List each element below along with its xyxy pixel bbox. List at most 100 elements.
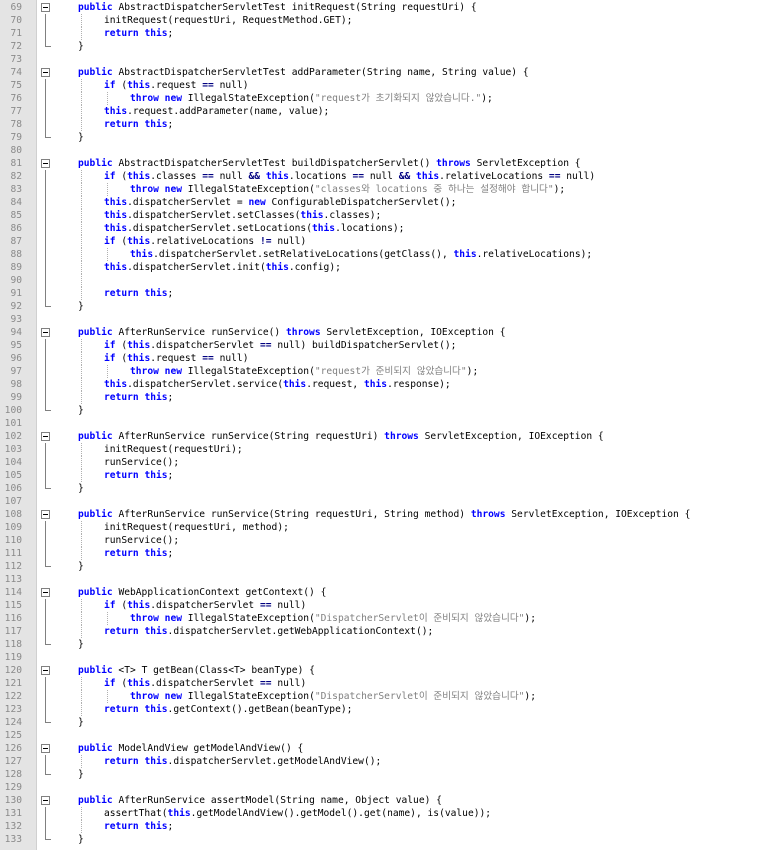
line-number: 69	[10, 2, 22, 13]
code-line[interactable]: 91 return this;	[0, 287, 772, 300]
code-line[interactable]: 76 throw new IllegalStateException("reque…	[0, 92, 772, 105]
code-line[interactable]: 106}	[0, 482, 772, 495]
fold-collapse-icon[interactable]	[41, 796, 50, 805]
fold-collapse-icon[interactable]	[41, 744, 50, 753]
fold-collapse-icon[interactable]	[41, 328, 50, 337]
code-line[interactable]: 99 return this;	[0, 391, 772, 404]
line-number: 98	[10, 379, 22, 390]
code-line[interactable]: 97 throw new IllegalStateException("reque…	[0, 365, 772, 378]
code-line[interactable]: 115 if (this.dispatcherServlet == null)	[0, 599, 772, 612]
code-line[interactable]: 120 public <T> T getBean(Class<T> beanTyp…	[0, 664, 772, 677]
code-line[interactable]: 92}	[0, 300, 772, 313]
code-line[interactable]: 103 initRequest(requestUri);	[0, 443, 772, 456]
code-line[interactable]: 133}	[0, 833, 772, 846]
indent-guide	[107, 365, 108, 378]
code-line[interactable]: 75 if (this.request == null)	[0, 79, 772, 92]
fold-guide-line	[45, 807, 46, 820]
code-line[interactable]: 74 public AbstractDispatcherServletTest a…	[0, 66, 772, 79]
code-line[interactable]: 112}	[0, 560, 772, 573]
code-line[interactable]: 90	[0, 274, 772, 287]
code-line[interactable]: 131 assertThat(this.getModelAndView().get…	[0, 807, 772, 820]
code-line[interactable]: 98 this.dispatcherServlet.service(this.re…	[0, 378, 772, 391]
code-line[interactable]: 72}	[0, 40, 772, 53]
code-line[interactable]: 132 return this;	[0, 820, 772, 833]
code-line[interactable]: 109 initRequest(requestUri, method);	[0, 521, 772, 534]
code-line[interactable]: 130 public AfterRunService assertModel(St…	[0, 794, 772, 807]
code-text: }	[78, 41, 84, 52]
code-line[interactable]: 94 public AfterRunService runService() th…	[0, 326, 772, 339]
fold-collapse-icon[interactable]	[41, 432, 50, 441]
code-line[interactable]: 79}	[0, 131, 772, 144]
code-line[interactable]: 116 throw new IllegalStateException("Disp…	[0, 612, 772, 625]
code-text: initRequest(requestUri);	[104, 444, 243, 455]
code-line[interactable]: 119	[0, 651, 772, 664]
fold-collapse-icon[interactable]	[41, 68, 50, 77]
line-number: 91	[10, 288, 22, 299]
code-text: this.dispatcherServlet.service(this.requ…	[104, 379, 451, 390]
code-line[interactable]: 114 public WebApplicationContext getConte…	[0, 586, 772, 599]
fold-guide-line	[45, 170, 46, 183]
code-line[interactable]: 118}	[0, 638, 772, 651]
fold-collapse-icon[interactable]	[41, 666, 50, 675]
code-line[interactable]: 110 runService();	[0, 534, 772, 547]
code-line[interactable]: 71 return this;	[0, 27, 772, 40]
code-line[interactable]: 85 this.dispatcherServlet.setClasses(this…	[0, 209, 772, 222]
code-line[interactable]: 77 this.request.addParameter(name, value)…	[0, 105, 772, 118]
fold-guide-line	[45, 378, 46, 391]
code-line[interactable]: 80	[0, 144, 772, 157]
code-line[interactable]: 89 this.dispatcherServlet.init(this.confi…	[0, 261, 772, 274]
code-line[interactable]: 128}	[0, 768, 772, 781]
code-line[interactable]: 73	[0, 53, 772, 66]
code-line[interactable]: 102 public AfterRunService runService(Str…	[0, 430, 772, 443]
line-number: 74	[10, 67, 22, 78]
code-line[interactable]: 69 public AbstractDispatcherServletTest i…	[0, 1, 772, 14]
fold-guide-line	[45, 287, 46, 300]
code-text: public <T> T getBean(Class<T> beanType) …	[78, 665, 315, 676]
fold-guide-line	[45, 209, 46, 222]
code-line[interactable]: 96 if (this.request == null)	[0, 352, 772, 365]
code-line[interactable]: 126 public ModelAndView getModelAndView()…	[0, 742, 772, 755]
fold-collapse-icon[interactable]	[41, 3, 50, 12]
code-line[interactable]: 122 throw new IllegalStateException("Disp…	[0, 690, 772, 703]
code-line[interactable]: 108 public AfterRunService runService(Str…	[0, 508, 772, 521]
code-text: }	[78, 717, 84, 728]
code-line[interactable]: 127 return this.dispatcherServlet.getMode…	[0, 755, 772, 768]
code-text: }	[78, 561, 84, 572]
code-line[interactable]: 70 initRequest(requestUri, RequestMethod.…	[0, 14, 772, 27]
code-line[interactable]: 86 this.dispatcherServlet.setLocations(th…	[0, 222, 772, 235]
fold-guide-line	[45, 183, 46, 196]
code-line[interactable]: 129	[0, 781, 772, 794]
fold-collapse-icon[interactable]	[41, 510, 50, 519]
fold-collapse-icon[interactable]	[41, 159, 50, 168]
line-number: 114	[4, 587, 22, 598]
code-line[interactable]: 121 if (this.dispatcherServlet == null)	[0, 677, 772, 690]
code-line[interactable]: 111 return this;	[0, 547, 772, 560]
code-line[interactable]: 87 if (this.relativeLocations != null)	[0, 235, 772, 248]
fold-guide-line	[45, 118, 46, 131]
code-line[interactable]: 78 return this;	[0, 118, 772, 131]
code-line[interactable]: 88 this.dispatcherServlet.setRelativeLoca…	[0, 248, 772, 261]
indent-guide	[107, 690, 108, 703]
code-line[interactable]: 107	[0, 495, 772, 508]
code-line[interactable]: 83 throw new IllegalStateException("class…	[0, 183, 772, 196]
code-line[interactable]: 93	[0, 313, 772, 326]
code-line[interactable]: 117 return this.dispatcherServlet.getWebA…	[0, 625, 772, 638]
code-line[interactable]: 82 if (this.classes == null && this.locat…	[0, 170, 772, 183]
code-text: public AfterRunService runService(String…	[78, 509, 691, 520]
code-line[interactable]: 101	[0, 417, 772, 430]
code-line[interactable]: 81 public AbstractDispatcherServletTest b…	[0, 157, 772, 170]
code-line[interactable]: 105 return this;	[0, 469, 772, 482]
fold-collapse-icon[interactable]	[41, 588, 50, 597]
code-line[interactable]: 84 this.dispatcherServlet = new Configura…	[0, 196, 772, 209]
code-line[interactable]: 124}	[0, 716, 772, 729]
indent-guide	[81, 456, 82, 469]
line-number: 121	[4, 678, 22, 689]
code-editor[interactable]: 69 public AbstractDispatcherServletTest i…	[0, 0, 772, 850]
code-line[interactable]: 100}	[0, 404, 772, 417]
code-line[interactable]: 123 return this.getContext().getBean(bean…	[0, 703, 772, 716]
code-line[interactable]: 95 if (this.dispatcherServlet == null) bu…	[0, 339, 772, 352]
code-line[interactable]: 104 runService();	[0, 456, 772, 469]
indent-guide	[81, 118, 82, 131]
code-line[interactable]: 125	[0, 729, 772, 742]
code-line[interactable]: 113	[0, 573, 772, 586]
